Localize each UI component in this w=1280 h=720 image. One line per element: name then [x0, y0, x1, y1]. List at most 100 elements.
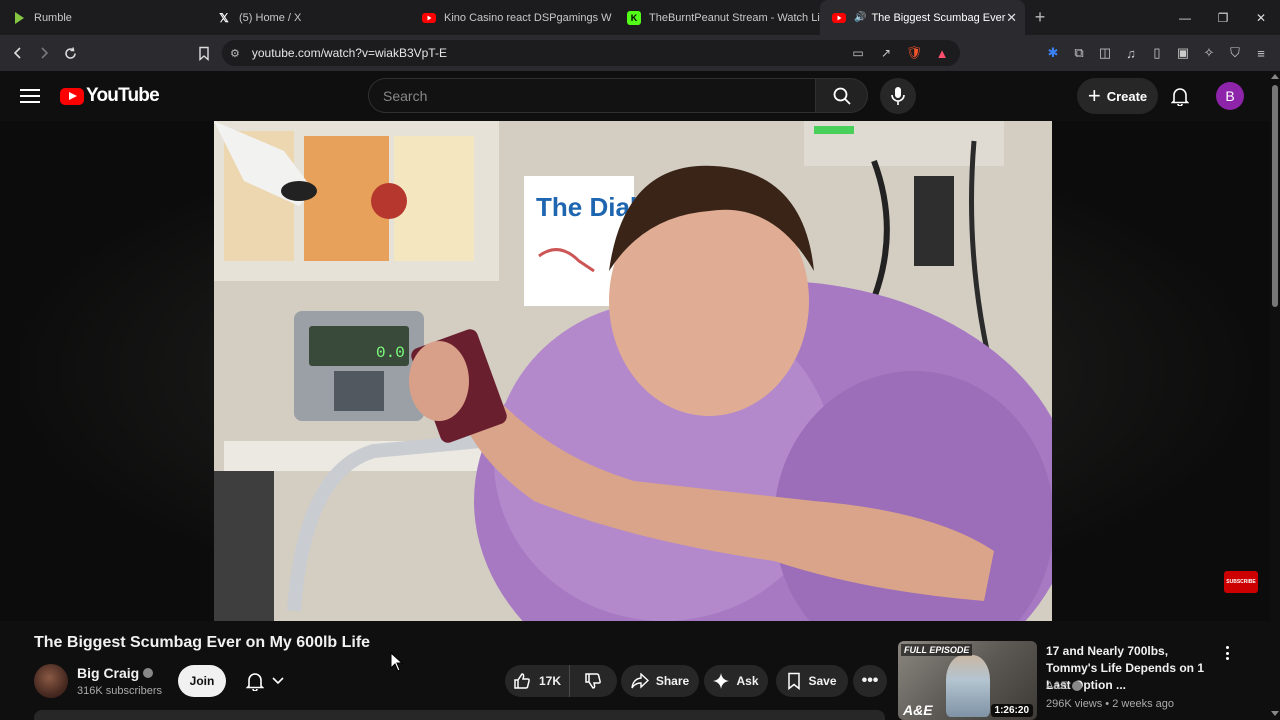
scrollbar-thumb[interactable] [1272, 85, 1278, 307]
chevron-down-icon [272, 677, 284, 685]
share-arrow-icon [631, 673, 649, 689]
save-button[interactable]: Save [776, 665, 848, 697]
tab-title: (5) Home / X [239, 11, 302, 24]
video-title: The Biggest Scumbag Ever on My 600lb Lif… [34, 634, 371, 651]
leo-ai-icon[interactable]: ✧ [1198, 40, 1220, 66]
tab-title: Kino Casino react DSPgamings W [444, 11, 612, 24]
dislike-button[interactable] [570, 665, 616, 697]
ask-button[interactable]: Ask [704, 665, 768, 697]
subscribe-watermark-badge[interactable]: SUBSCRIBE [1224, 571, 1258, 593]
share-page-icon[interactable]: ↗ [876, 43, 896, 63]
verified-badge-icon [1072, 681, 1083, 691]
plus-icon: + [1087, 83, 1101, 108]
svg-text:0.0: 0.0 [376, 344, 405, 362]
youtube-play-icon [60, 87, 84, 105]
ae-logo: A&E [903, 702, 933, 718]
thumbs-down-icon [585, 673, 601, 689]
new-tab-button[interactable]: + [1025, 0, 1055, 35]
cast-icon[interactable]: ▭ [848, 43, 868, 63]
like-dislike-group: 17K [505, 665, 617, 697]
page-scrollbar[interactable] [1270, 71, 1280, 720]
create-button[interactable]: + Create [1077, 78, 1158, 114]
scroll-down-arrow-icon[interactable] [1271, 711, 1279, 716]
tab-title: TheBurntPeanut Stream - Watch Live [649, 11, 820, 24]
voice-search-button[interactable] [880, 78, 916, 114]
verified-badge-icon [143, 668, 154, 678]
bookmark-icon[interactable] [191, 40, 217, 66]
share-button[interactable]: Share [621, 665, 699, 697]
tab-biggest-scumbag[interactable]: 🔊 The Biggest Scumbag Ever on ✕ [820, 0, 1025, 35]
forward-icon[interactable] [31, 40, 57, 66]
logo-text: YouTube [86, 85, 160, 106]
brave-shields-icon[interactable]: 🛡 [904, 43, 924, 63]
back-icon[interactable] [5, 40, 31, 66]
reload-icon[interactable] [57, 40, 83, 66]
screenshot-icon[interactable]: ◫ [1094, 40, 1116, 66]
guide-menu-icon[interactable] [20, 86, 40, 106]
recommended-more-options-icon[interactable] [1222, 644, 1232, 662]
speaker-icon: 🔊 [854, 12, 867, 23]
account-avatar[interactable]: B [1216, 82, 1244, 110]
tab-rumble[interactable]: Rumble [0, 0, 205, 35]
search-button[interactable] [816, 78, 868, 113]
sparkle-icon [713, 673, 730, 689]
tab-kino-casino[interactable]: Kino Casino react DSPgamings W [410, 0, 615, 35]
ask-label: Ask [736, 674, 759, 688]
tab-title: Rumble [34, 11, 72, 24]
like-count: 17K [538, 674, 561, 688]
sidebar-icon[interactable]: ▯ [1146, 40, 1168, 66]
recommended-video-meta: 296K views • 2 weeks ago [1046, 698, 1174, 710]
scroll-up-arrow-icon[interactable] [1271, 74, 1279, 79]
microphone-icon [891, 87, 905, 105]
more-horizontal-icon: ••• [861, 672, 879, 689]
wallet-icon[interactable]: ▣ [1172, 40, 1194, 66]
recommended-video-thumbnail[interactable]: FULL EPISODE A&E 1:26:20 [898, 641, 1037, 720]
channel-avatar[interactable] [34, 664, 68, 698]
puzzle-icon[interactable]: ⧉ [1068, 40, 1090, 66]
youtube-icon [422, 11, 436, 25]
youtube-icon [832, 11, 846, 25]
like-button[interactable]: 17K [505, 665, 570, 697]
rumble-icon [12, 11, 26, 25]
save-label: Save [808, 674, 837, 688]
tab-burntpeanut[interactable]: K TheBurntPeanut Stream - Watch Live [615, 0, 820, 35]
music-icon[interactable]: ♫ [1120, 40, 1142, 66]
search-box[interactable] [368, 78, 816, 113]
x-icon: 𝕏 [219, 10, 229, 25]
window-controls: — ❐ ✕ [1166, 0, 1280, 35]
search-input[interactable] [383, 87, 815, 104]
search-icon [833, 87, 851, 105]
channel-name[interactable]: Big Craig [77, 665, 139, 681]
menu-icon[interactable]: ≡ [1250, 40, 1272, 66]
browser-tab-strip: Rumble 𝕏 (5) Home / X Kino Casino react … [0, 0, 1280, 35]
channel-name-link[interactable]: Big Craig [77, 665, 154, 681]
mouse-cursor-icon [390, 652, 404, 672]
kick-icon: K [627, 10, 641, 25]
recommended-channel[interactable]: A&E [1046, 680, 1083, 692]
description-box[interactable] [34, 710, 885, 720]
extension-icon[interactable]: ✱ [1042, 40, 1064, 66]
video-frame[interactable]: The Diab 0.0 [214, 121, 1052, 621]
brave-rewards-icon[interactable]: ▲ [932, 43, 952, 63]
thumbnail-person-image [946, 655, 990, 717]
more-actions-button[interactable]: ••• [853, 665, 887, 697]
close-window-icon[interactable]: ✕ [1242, 0, 1280, 35]
create-label: Create [1106, 88, 1148, 104]
minimize-icon[interactable]: — [1166, 0, 1204, 35]
close-tab-icon[interactable]: ✕ [1006, 10, 1017, 26]
thumbs-up-icon [514, 673, 530, 689]
restore-icon[interactable]: ❐ [1204, 0, 1242, 35]
bell-icon [246, 673, 264, 691]
notifications-bell-icon[interactable] [1168, 84, 1192, 108]
vpn-icon[interactable]: ⛉ [1224, 40, 1246, 66]
notification-preference-button[interactable] [236, 665, 294, 697]
tab-x-home[interactable]: 𝕏 (5) Home / X [205, 0, 410, 35]
extensions-row: ✱ ⧉ ◫ ♫ ▯ ▣ ✧ ⛉ ≡ [1042, 40, 1272, 66]
recommended-channel-name[interactable]: A&E [1046, 680, 1068, 692]
video-player[interactable]: The Diab 0.0 SUBSCRIBE [0, 121, 1270, 621]
address-bar[interactable]: ⚙ youtube.com/watch?v=wiakB3VpT-E ▭ ↗ 🛡 … [222, 40, 960, 66]
youtube-logo[interactable]: YouTube [60, 85, 160, 106]
url-text[interactable]: youtube.com/watch?v=wiakB3VpT-E [252, 46, 447, 60]
site-info-icon[interactable]: ⚙ [230, 47, 240, 60]
join-button[interactable]: Join [178, 665, 226, 697]
